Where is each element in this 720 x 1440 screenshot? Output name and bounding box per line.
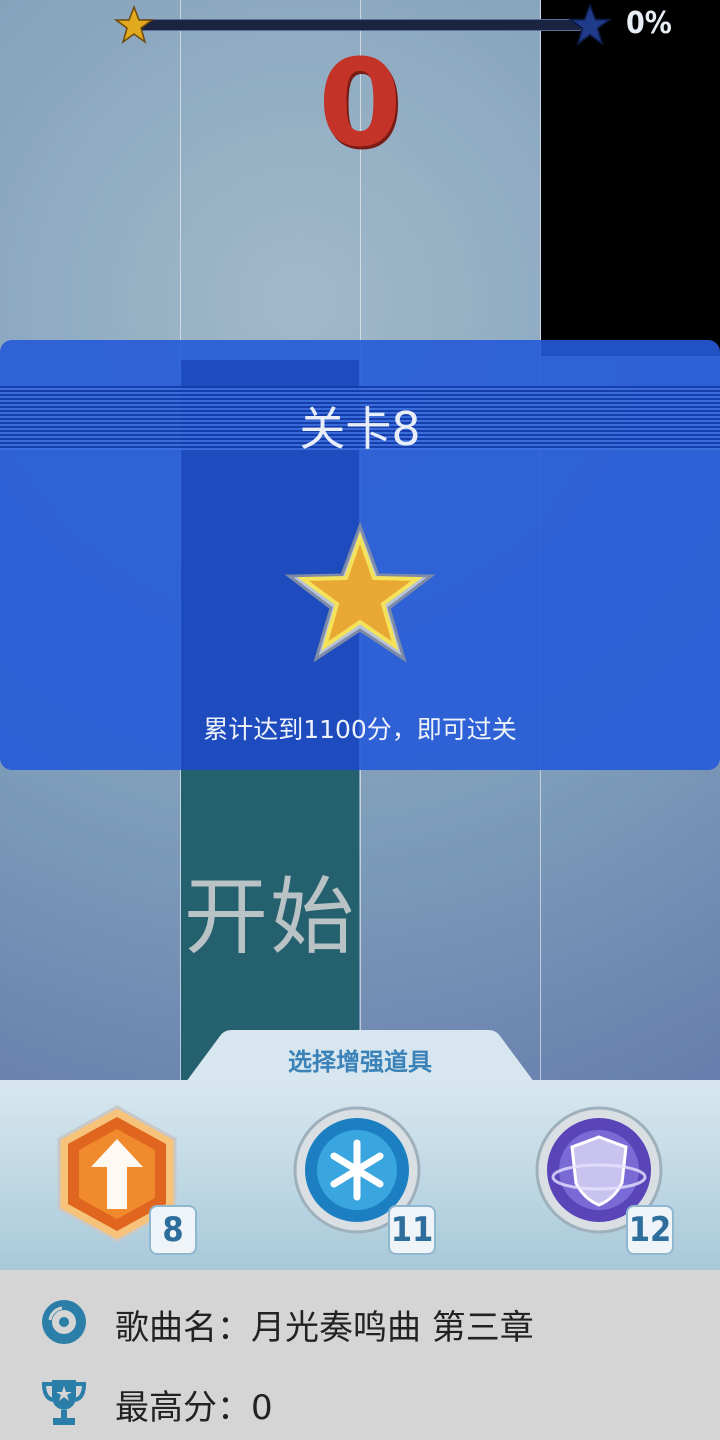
level-title: 关卡8 bbox=[299, 402, 421, 456]
progress-percent: 0% bbox=[626, 6, 672, 41]
best-score-label: 最高分： bbox=[115, 1388, 251, 1428]
boost-count-badge: 8 bbox=[149, 1205, 197, 1255]
boost-count-badge: 11 bbox=[388, 1205, 436, 1255]
trophy-icon bbox=[41, 1380, 87, 1425]
level-requirement: 累计达到1100分，即可过关 bbox=[203, 715, 517, 744]
boost-item-speed[interactable]: 8 bbox=[55, 1105, 197, 1255]
song-name-label: 歌曲名： bbox=[115, 1308, 251, 1348]
song-info-panel bbox=[0, 1270, 720, 1440]
progress-bar bbox=[140, 19, 582, 31]
boost-count-badge: 12 bbox=[626, 1205, 674, 1255]
start-label[interactable]: 开始 bbox=[181, 850, 359, 971]
music-disc-icon bbox=[42, 1300, 86, 1344]
best-score-row: 最高分：0 bbox=[115, 1380, 273, 1429]
best-score-value: 0 bbox=[251, 1388, 273, 1428]
boost-panel-title: 选择增强道具 bbox=[288, 1048, 432, 1076]
black-tile[interactable] bbox=[541, 0, 720, 356]
song-name-value: 月光奏鸣曲 第三章 bbox=[251, 1308, 534, 1348]
score-counter: 0 bbox=[318, 35, 402, 174]
boost-item-shield[interactable]: 12 bbox=[534, 1105, 674, 1255]
start-star-icon bbox=[114, 5, 154, 44]
song-name-row: 歌曲名：月光奏鸣曲 第三章 bbox=[115, 1300, 534, 1349]
goal-star-icon bbox=[568, 3, 612, 46]
boost-item-freeze[interactable]: 11 bbox=[292, 1105, 436, 1255]
level-star-icon bbox=[285, 521, 435, 663]
